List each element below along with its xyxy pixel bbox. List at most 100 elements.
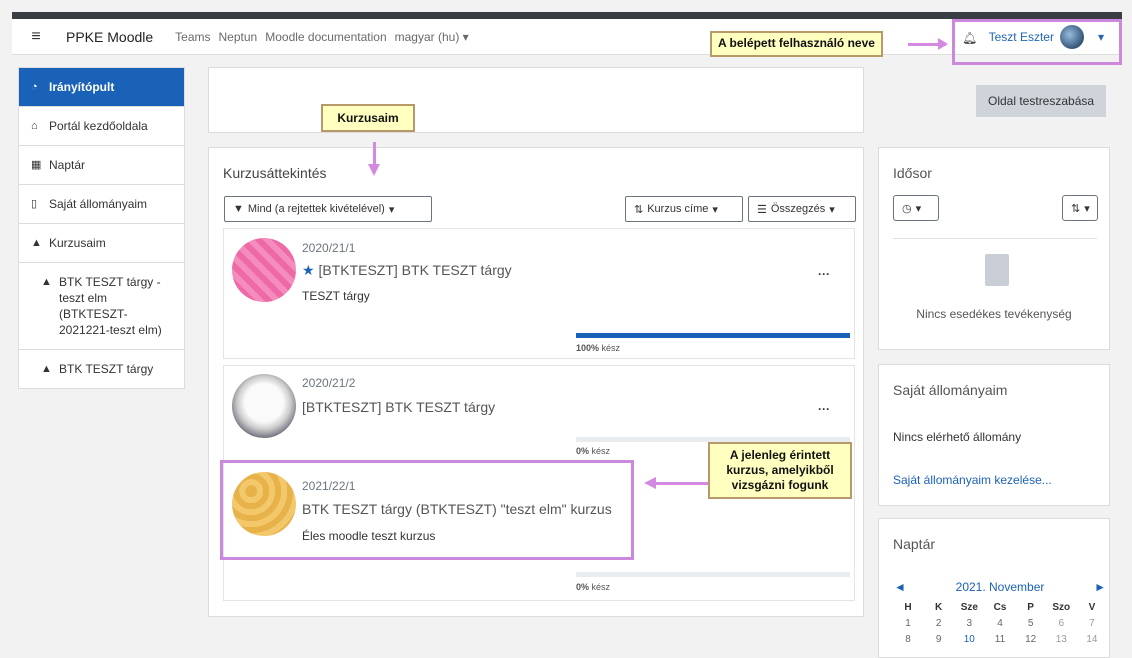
calendar-day[interactable]: 11 [990, 634, 1010, 645]
calendar-day[interactable]: 6 [1051, 618, 1071, 629]
progress-fill [576, 333, 850, 338]
calendar-day[interactable]: 13 [1051, 634, 1071, 645]
calendar-day[interactable]: 1 [898, 618, 918, 629]
nav-link-neptun[interactable]: Neptun [219, 30, 258, 44]
course-view-dropdown[interactable]: ☰ Összegzés ▾ [748, 196, 856, 222]
more-actions-icon[interactable]: ··· [818, 402, 830, 416]
more-actions-icon[interactable]: ··· [818, 267, 830, 281]
language-menu[interactable]: magyar (hu) ▾ [395, 30, 469, 44]
private-files-empty-text: Nincs elérhető állomány [893, 430, 1022, 444]
weekday-label: P [1027, 602, 1034, 613]
arrow-to-current-course [656, 482, 708, 485]
timeline-empty-text: Nincs esedékes tevékenység [916, 307, 1072, 321]
timeline-filter-dropdown[interactable]: ◷ ▾ [893, 195, 939, 221]
callout-current-course: A jelenleg érintett kurzus, amelyikből v… [708, 442, 852, 499]
menu-toggle-icon[interactable]: ≡ [24, 25, 48, 49]
empty-list-icon [985, 254, 1009, 286]
course-item[interactable]: 2020/21/1 ★ [BTKTESZT] BTK TESZT tárgy T… [223, 228, 855, 359]
calendar-day[interactable]: 9 [929, 634, 949, 645]
clock-icon: ◷ [902, 202, 912, 215]
weekday-label: Szo [1052, 602, 1071, 613]
course-filter-label: Mind (a rejtettek kivételével) [247, 203, 385, 215]
highlight-current-course-box [220, 460, 634, 560]
progress-suffix: kész [589, 582, 611, 592]
sidebar-item-label: BTK TESZT tárgy - teszt elm (BTKTESZT-20… [59, 275, 162, 337]
manage-files-link[interactable]: Saját állományaim kezelése... [893, 473, 1052, 487]
progress-bar [576, 333, 850, 338]
chevron-down-icon: ▾ [1084, 202, 1090, 215]
calendar-day[interactable]: 8 [898, 634, 918, 645]
arrow-to-courses [373, 142, 376, 166]
sidebar-item-dashboard[interactable]: ◔ Irányítópult [19, 68, 184, 107]
sort-icon: ⇅ [1071, 202, 1081, 215]
home-icon: ⌂ [31, 120, 38, 132]
course-date: 2020/21/2 [302, 376, 356, 390]
nav-links: Teams Neptun Moodle documentation magyar… [175, 30, 469, 44]
calendar-day[interactable]: 4 [990, 618, 1010, 629]
mini-calendar: ◄ 2021. November ► H K Sze Cs P Szo V 1 … [890, 580, 1110, 650]
chevron-down-icon: ▾ [462, 29, 469, 44]
list-view-icon: ☰ [757, 203, 767, 216]
sidebar-item-label: Irányítópult [49, 80, 115, 94]
sidebar-item-my-courses[interactable]: ▲ Kurzusaim [19, 224, 184, 263]
course-filter-dropdown[interactable]: ▼ Mind (a rejtettek kivételével) ▾ [224, 196, 432, 222]
sidebar-item-label: BTK TESZT tárgy [59, 362, 154, 376]
progress-text: 100% kész [576, 343, 620, 353]
calendar-day[interactable]: 5 [1021, 618, 1041, 629]
dashboard-icon: ◔ [31, 81, 38, 93]
calendar-week: 8 9 10 11 12 13 14 [890, 634, 1110, 645]
graduation-cap-icon: ▲ [31, 237, 42, 249]
sidebar-item-label: Naptár [49, 158, 86, 172]
next-month-arrow-icon[interactable]: ► [1094, 580, 1106, 594]
course-sort-dropdown[interactable]: ⇅ Kurzus címe ▾ [625, 196, 743, 222]
calendar-day[interactable]: 12 [1021, 634, 1041, 645]
sidebar-item-calendar[interactable]: ▦ Naptár [19, 146, 184, 185]
progress-text: 0% kész [576, 582, 610, 592]
customize-page-button[interactable]: Oldal testreszabása [976, 85, 1107, 117]
star-icon: ★ [302, 262, 315, 278]
arrow-head-courses [368, 164, 380, 176]
course-title-text: [BTKTESZT] BTK TESZT tárgy [318, 262, 512, 278]
divider [893, 238, 1097, 239]
prev-month-arrow-icon[interactable]: ◄ [894, 580, 906, 594]
calendar-day[interactable]: 2 [929, 618, 949, 629]
site-brand[interactable]: PPKE Moodle [66, 29, 153, 45]
course-overview-title: Kurzusáttekintés [223, 165, 327, 181]
calendar-week: 1 2 3 4 5 6 7 [890, 618, 1110, 629]
course-sort-label: Kurzus címe [647, 203, 709, 215]
course-title[interactable]: ★ [BTKTESZT] BTK TESZT tárgy [302, 262, 512, 279]
top-strip [12, 12, 1122, 19]
calendar-day[interactable]: 10 [959, 634, 979, 645]
timeline-card: Idősor ◷ ▾ ⇅ ▾ Nincs esedékes tevékenység [878, 147, 1110, 350]
chevron-down-icon: ▾ [712, 203, 718, 216]
progress-bar [576, 572, 850, 577]
progress-percent: 0% [576, 582, 590, 592]
nav-link-teams[interactable]: Teams [175, 30, 210, 44]
weekday-label: H [904, 602, 912, 613]
graduation-cap-icon: ▲ [41, 363, 52, 375]
filter-icon: ▼ [233, 203, 244, 215]
timeline-title: Idősor [893, 165, 932, 181]
calendar-day[interactable]: 14 [1082, 634, 1102, 645]
sidebar-item-label: Saját állományaim [49, 197, 148, 211]
sidebar-item-private-files[interactable]: ▯ Saját állományaim [19, 185, 184, 224]
timeline-sort-dropdown[interactable]: ⇅ ▾ [1062, 195, 1098, 221]
course-thumbnail [232, 238, 296, 302]
calendar-weekdays: H K Sze Cs P Szo V [890, 602, 1110, 613]
nav-link-moodle-docs[interactable]: Moodle documentation [265, 30, 386, 44]
progress-percent: 100% [576, 343, 600, 353]
calendar-day[interactable]: 7 [1082, 618, 1102, 629]
course-subtitle: TESZT tárgy [302, 289, 370, 303]
weekday-label: K [935, 602, 943, 613]
course-title[interactable]: [BTKTESZT] BTK TESZT tárgy [302, 399, 495, 415]
calendar-header: ◄ 2021. November ► [890, 580, 1110, 594]
sidebar-item-course-btk-teszt[interactable]: ▲ BTK TESZT tárgy [19, 350, 184, 388]
sidebar-item-course-teszt-elm[interactable]: ▲ BTK TESZT tárgy - teszt elm (BTKTESZT-2… [19, 263, 184, 350]
calendar-month[interactable]: 2021. November [956, 580, 1045, 594]
file-icon: ▯ [31, 198, 38, 210]
sidebar-item-portal-home[interactable]: ⌂ Portál kezdőoldala [19, 107, 184, 146]
sidebar-item-label: Portál kezdőoldala [49, 119, 148, 133]
calendar-day[interactable]: 3 [959, 618, 979, 629]
highlight-user-box [952, 19, 1122, 65]
weekday-label: Sze [960, 602, 978, 613]
